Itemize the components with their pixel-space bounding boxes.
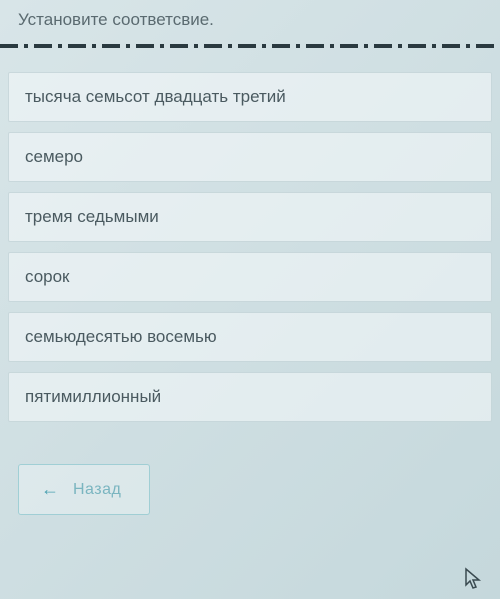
back-button-label: Назад <box>73 481 121 499</box>
list-item[interactable]: сорок <box>8 252 492 302</box>
list-item[interactable]: семьюдесятью восемью <box>8 312 492 362</box>
list-item[interactable]: тремя седьмыми <box>8 192 492 242</box>
arrow-left-icon: ← <box>41 479 59 500</box>
back-button[interactable]: ← Назад <box>18 464 150 515</box>
list-item[interactable]: семеро <box>8 132 492 182</box>
draggable-items-container: тысяча семьсот двадцать третий семеро тр… <box>0 72 500 422</box>
list-item[interactable]: пятимиллионный <box>8 372 492 422</box>
divider <box>0 44 500 48</box>
instruction-text: Установите соответсвие. <box>0 0 500 44</box>
mouse-cursor-icon <box>464 567 482 591</box>
list-item[interactable]: тысяча семьсот двадцать третий <box>8 72 492 122</box>
